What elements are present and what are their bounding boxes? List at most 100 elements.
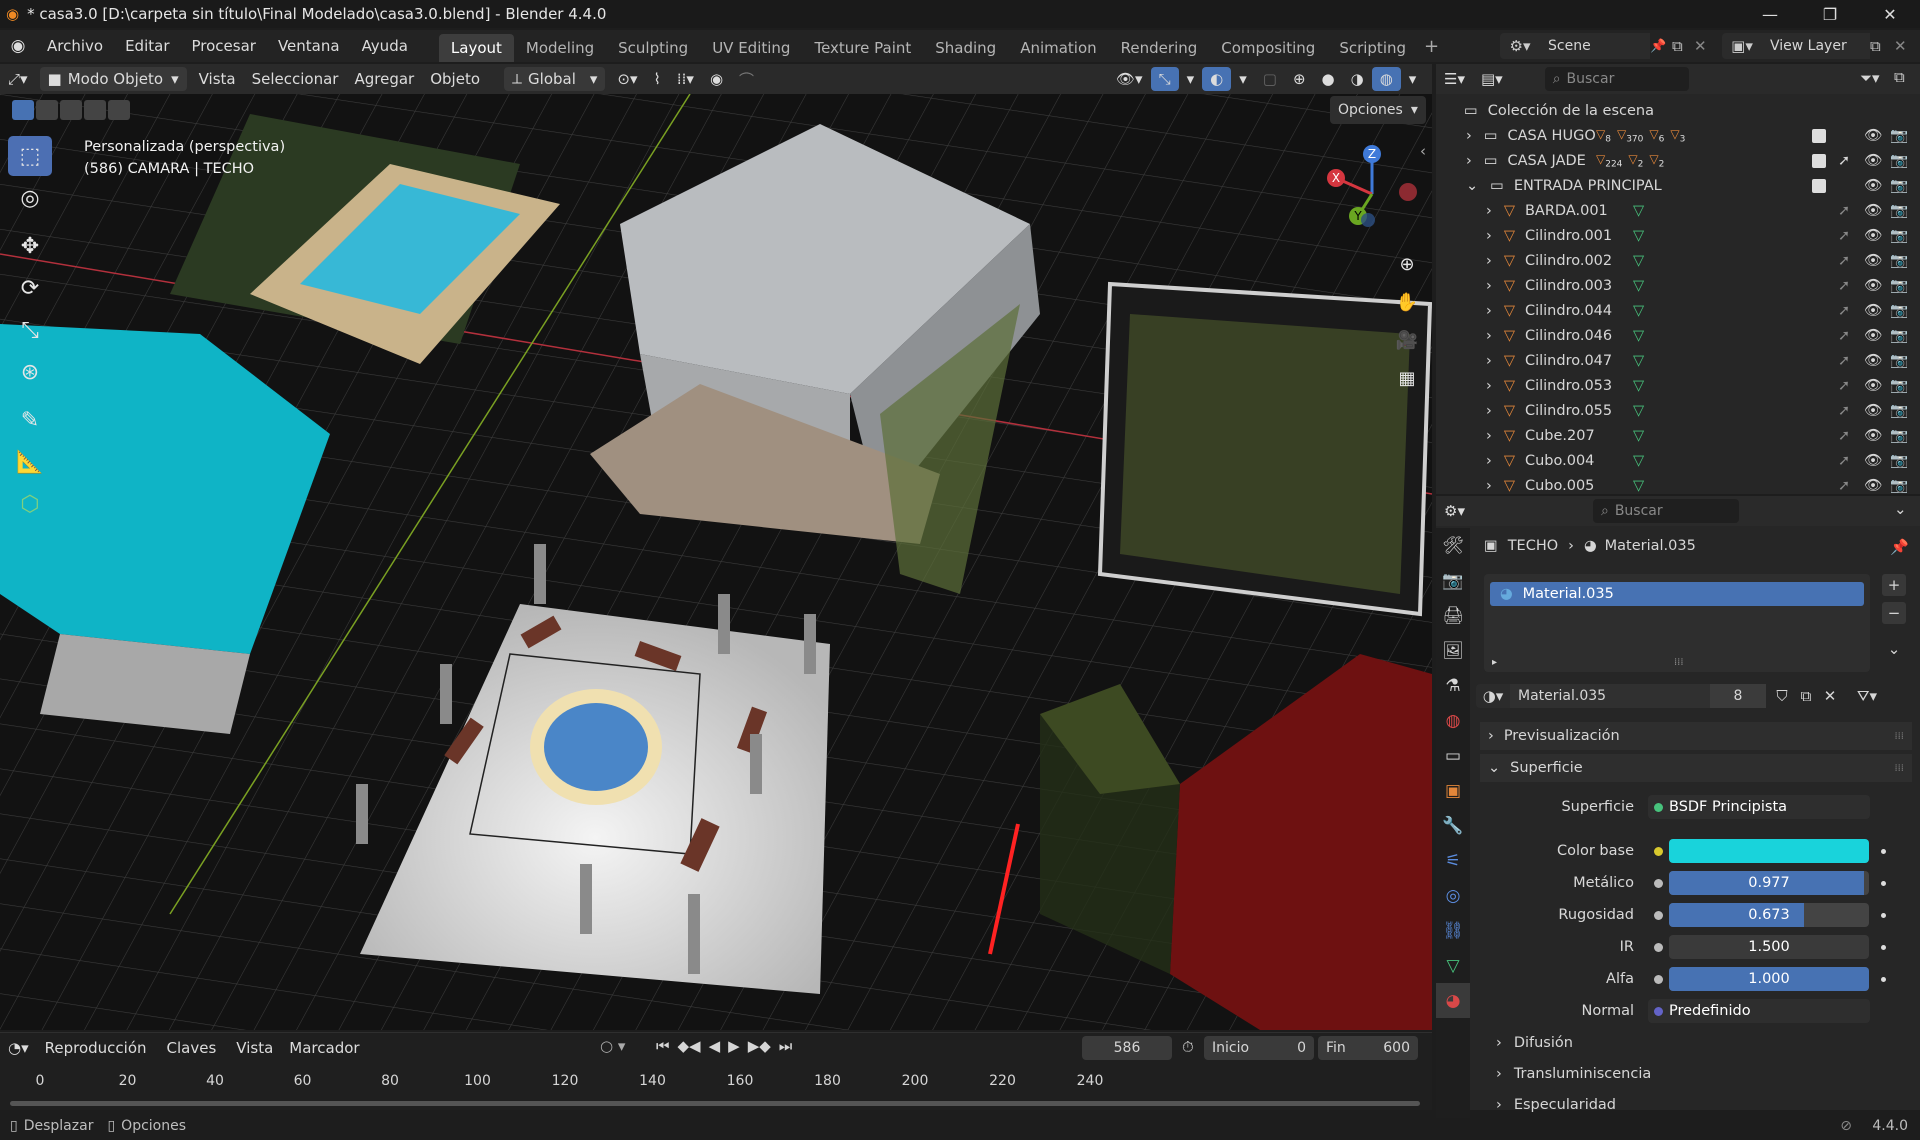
snap-target-icon[interactable]: ⁞⁞▾ xyxy=(669,67,702,91)
tab-scripting[interactable]: Scripting xyxy=(1327,34,1418,62)
falloff-icon[interactable]: ⌒ xyxy=(731,67,762,91)
transform-icon[interactable]: ⊛ xyxy=(8,352,52,392)
render-camera-icon[interactable]: 📷 xyxy=(1890,252,1908,269)
expand-list-icon[interactable]: ▸ xyxy=(1492,657,1497,668)
keyframe-dot-icon[interactable] xyxy=(1881,880,1886,886)
scene-icon[interactable]: ⚙▾ xyxy=(1500,33,1540,59)
scale-icon[interactable]: ⤡ xyxy=(8,310,52,350)
xray-icon[interactable]: ▢ xyxy=(1255,67,1285,91)
collection-tab-icon[interactable]: ▭ xyxy=(1436,738,1470,773)
transform-orientation-dropdown[interactable]: ⟂ Global ▾ xyxy=(504,67,606,91)
eye-icon[interactable]: 👁 xyxy=(1864,202,1882,219)
options-dropdown[interactable]: Opciones ▾ xyxy=(1330,96,1426,124)
add-cube-icon[interactable]: ⬡ xyxy=(8,484,52,524)
overlays-dropdown-icon[interactable]: ▾ xyxy=(1231,67,1255,91)
jump-start-icon[interactable]: ⏮ xyxy=(656,1037,670,1055)
rendered-shading-icon[interactable]: ◍ xyxy=(1371,67,1401,91)
roughness-slider[interactable]: 0.673 xyxy=(1669,903,1869,927)
tab-modeling[interactable]: Modeling xyxy=(514,34,606,62)
mode-dropdown[interactable]: ■ Modo Objeto ▾ xyxy=(39,67,187,91)
expand-chevron-icon[interactable]: › xyxy=(1486,378,1492,394)
object-tab-icon[interactable]: ▣ xyxy=(1436,773,1470,808)
unlink-material-icon[interactable]: ✕ xyxy=(1818,687,1842,705)
select-new-icon[interactable] xyxy=(12,100,34,120)
preview-panel-header[interactable]: › Previsualización ⁞⁞⁞ xyxy=(1480,722,1912,750)
scene-tab-icon[interactable]: ⚗ xyxy=(1436,668,1470,703)
expand-chevron-icon[interactable]: › xyxy=(1486,453,1492,469)
output-tab-icon[interactable]: 🖨 xyxy=(1436,598,1470,633)
keyframe-dot-icon[interactable] xyxy=(1881,976,1886,982)
pivot-icon[interactable]: ⊙▾ xyxy=(609,67,645,91)
eye-icon[interactable]: 👁 xyxy=(1864,477,1882,494)
rotate-icon[interactable]: ⟳ xyxy=(8,268,52,308)
diffusion-subpanel[interactable]: › Difusión xyxy=(1496,1030,1573,1056)
menu-ventana[interactable]: Ventana xyxy=(267,30,351,62)
timeline-scrollbar[interactable] xyxy=(10,1101,1420,1106)
tab-shading[interactable]: Shading xyxy=(923,34,1008,62)
play-icon[interactable]: ▶ xyxy=(728,1037,740,1055)
tab-layout[interactable]: Layout xyxy=(438,34,514,62)
tab-uv-editing[interactable]: UV Editing xyxy=(700,34,802,62)
outliner-collection-casa-hugo[interactable]: › ▭ CASA HUGO ▽8 ▽370 ▽6 ▽3 👁 📷 xyxy=(1436,123,1920,148)
eye-icon[interactable]: 👁 xyxy=(1864,252,1882,269)
visibility-icon[interactable]: 👁▾ xyxy=(1108,67,1151,91)
outliner-object-row[interactable]: › ▽ Cube.207 ▽ ➚ 👁 📷 xyxy=(1436,423,1920,448)
menu-ayuda[interactable]: Ayuda xyxy=(351,30,419,62)
start-frame-field[interactable]: Inicio 0 xyxy=(1204,1036,1314,1060)
outliner-scene-collection[interactable]: ▭ Colección de la escena xyxy=(1436,98,1920,123)
eye-icon[interactable]: 👁 xyxy=(1864,302,1882,319)
expand-chevron-icon[interactable]: › xyxy=(1486,403,1492,419)
material-slot-item[interactable]: ◕ Material.035 xyxy=(1490,582,1864,606)
selectable-icon[interactable]: ➚ xyxy=(1838,453,1850,469)
normal-field[interactable]: Predefinido xyxy=(1648,999,1870,1023)
eye-icon[interactable]: 👁 xyxy=(1864,452,1882,469)
selectable-icon[interactable]: ➚ xyxy=(1838,478,1850,494)
pan-hand-icon[interactable]: ✋ xyxy=(1390,284,1424,320)
selectable-icon[interactable]: ➚ xyxy=(1838,278,1850,294)
tab-animation[interactable]: Animation xyxy=(1008,34,1108,62)
expand-chevron-icon[interactable]: › xyxy=(1486,303,1492,319)
metallic-slider[interactable]: 0.977 xyxy=(1669,871,1869,895)
specular-subpanel[interactable]: › Especularidad xyxy=(1496,1092,1616,1118)
properties-editor-icon[interactable]: ⚙▾ xyxy=(1436,499,1473,523)
wireframe-shading-icon[interactable]: ⊕ xyxy=(1285,67,1314,91)
timeline-ruler[interactable]: 0 20 40 60 80 100 120 140 160 180 200 220 240 xyxy=(0,1073,1432,1097)
outliner-object-row[interactable]: › ▽ Cilindro.055 ▽ ➚ 👁 📷 xyxy=(1436,398,1920,423)
expand-chevron-icon[interactable]: › xyxy=(1486,203,1492,219)
node-link-icon[interactable]: ⛛▾ xyxy=(1850,687,1884,705)
auto-key-icon[interactable]: ○ ▾ xyxy=(600,1037,625,1055)
keyframe-dot-icon[interactable] xyxy=(1881,944,1886,950)
new-scene-icon[interactable]: ⧉ xyxy=(1672,37,1694,55)
outliner-search[interactable]: ⌕ Buscar xyxy=(1544,67,1689,91)
play-reverse-icon[interactable]: ◀ xyxy=(709,1037,721,1055)
gizmo-dropdown-icon[interactable]: ▾ xyxy=(1179,67,1203,91)
render-camera-icon[interactable]: 📷 xyxy=(1890,452,1908,469)
selectable-icon[interactable]: ➚ xyxy=(1838,428,1850,444)
minimize-button[interactable]: — xyxy=(1740,0,1800,28)
eye-icon[interactable]: 👁 xyxy=(1864,427,1882,444)
render-camera-icon[interactable]: 📷 xyxy=(1890,202,1908,219)
measure-icon[interactable]: 📐 xyxy=(8,442,52,482)
timeline-menu-claves[interactable]: Claves xyxy=(159,1036,225,1060)
editor-type-icon[interactable]: ⤢▾ xyxy=(0,67,36,91)
selectable-icon[interactable]: ➚ xyxy=(1838,403,1850,419)
eye-icon[interactable]: 👁 xyxy=(1864,402,1882,419)
scene-name-field[interactable]: Scene xyxy=(1540,33,1650,59)
selectable-icon[interactable]: ➚ xyxy=(1838,228,1850,244)
navigation-gizmo[interactable]: Z X Y xyxy=(1320,144,1424,244)
expand-chevron-icon[interactable]: › xyxy=(1466,128,1472,144)
outliner-object-row[interactable]: › ▽ Cilindro.047 ▽ ➚ 👁 📷 xyxy=(1436,348,1920,373)
tab-rendering[interactable]: Rendering xyxy=(1109,34,1210,62)
cursor-icon[interactable]: ◎ xyxy=(8,178,52,218)
zoom-icon[interactable]: ⊕ xyxy=(1390,246,1424,282)
tool-tab-icon[interactable]: 🛠 xyxy=(1436,528,1470,563)
view-layer-icon[interactable]: ▣▾ xyxy=(1722,33,1762,59)
eye-icon[interactable]: 👁 xyxy=(1864,152,1882,169)
eye-icon[interactable]: 👁 xyxy=(1864,227,1882,244)
tab-texture-paint[interactable]: Texture Paint xyxy=(802,34,923,62)
ior-field[interactable]: 1.500 xyxy=(1669,935,1869,959)
eye-icon[interactable]: 👁 xyxy=(1864,327,1882,344)
remove-slot-button[interactable]: − xyxy=(1882,602,1906,624)
keyframe-dot-icon[interactable] xyxy=(1881,848,1886,854)
sidebar-toggle-icon[interactable]: ‹ xyxy=(1420,142,1426,160)
